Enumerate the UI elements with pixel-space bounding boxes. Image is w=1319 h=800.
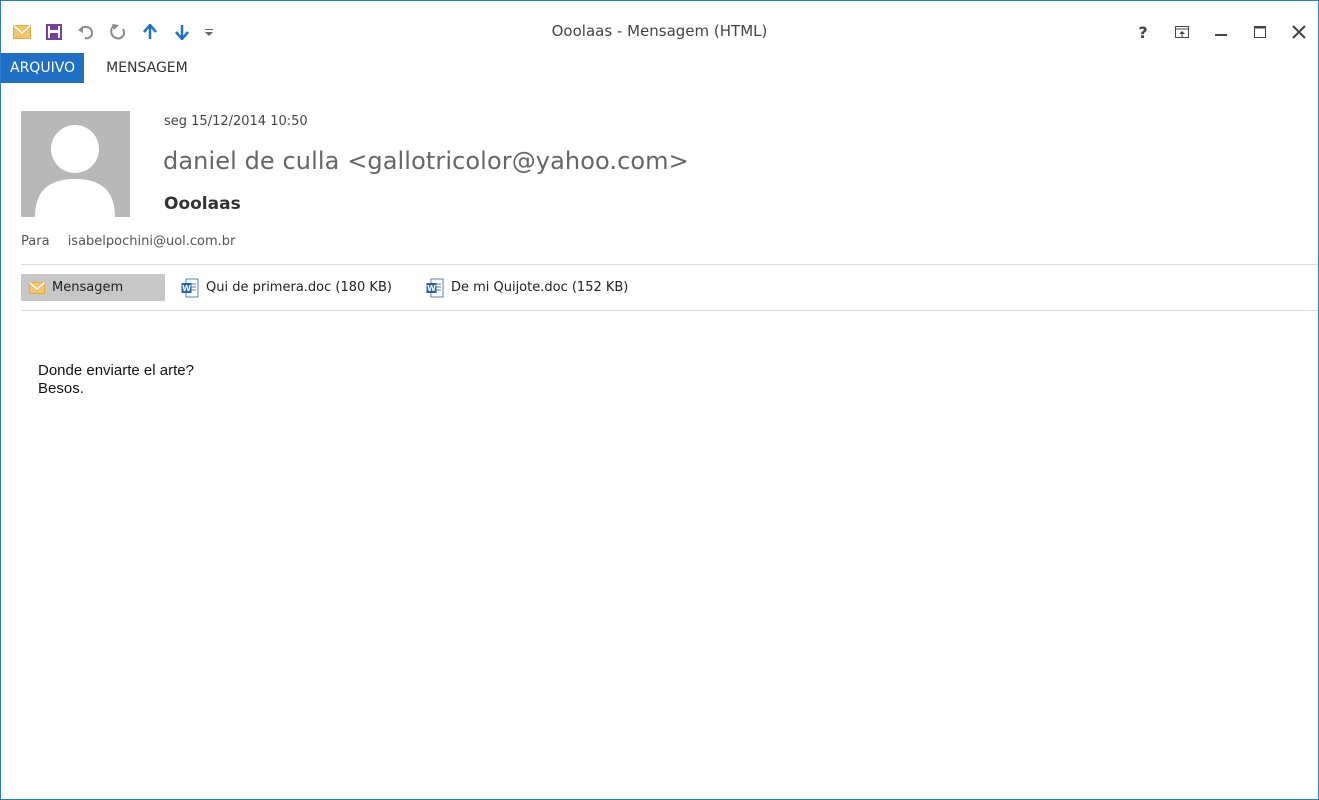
header-divider [21,264,1318,265]
ribbon-display-icon[interactable] [1167,18,1197,46]
maximize-icon[interactable] [1245,18,1275,46]
arrow-down-icon[interactable] [170,19,194,45]
message-date: seg 15/12/2014 10:50 [164,114,308,129]
body-line: Besos. [38,380,84,397]
minimize-icon[interactable] [1206,18,1236,46]
message-body: Donde enviarte el arte? Besos. [38,362,194,398]
attachment-bar: Mensagem W Qui de primera.doc (180 KB) W… [21,274,660,301]
help-icon[interactable]: ? [1128,18,1158,46]
attachment-message[interactable]: Mensagem [21,274,165,301]
avatar [21,111,130,217]
svg-text:W: W [182,284,191,293]
attachment-label: Qui de primera.doc (180 KB) [206,280,392,295]
tab-mensagem[interactable]: MENSAGEM [97,53,197,83]
arrow-up-icon[interactable] [138,19,162,45]
to-address[interactable]: isabelpochini@uol.com.br [68,234,236,249]
word-doc-icon: W [181,278,199,298]
sender[interactable]: daniel de culla <gallotricolor@yahoo.com… [163,147,689,175]
envelope-icon [10,19,34,45]
attachment-label: De mi Quijote.doc (152 KB) [450,280,629,295]
customize-icon[interactable] [202,19,216,45]
recipient-line: Para isabelpochini@uol.com.br [21,234,235,249]
attachment-file[interactable]: W Qui de primera.doc (180 KB) [179,274,398,301]
window-controls: ? [1119,17,1314,47]
undo-icon[interactable] [74,19,98,45]
subject: Ooolaas [164,194,241,214]
save-icon[interactable] [42,19,66,45]
body-line: Donde enviarte el arte? [38,362,194,379]
envelope-icon [29,281,45,294]
to-label: Para [21,234,50,249]
outlook-message-window: Ooolaas - Mensagem (HTML) ? ARQUIVO MENS… [0,0,1319,800]
quick-access-toolbar [10,19,220,45]
svg-text:W: W [427,284,436,293]
attachment-file[interactable]: W De mi Quijote.doc (152 KB) [424,274,634,301]
close-icon[interactable] [1284,18,1314,46]
tab-arquivo[interactable]: ARQUIVO [1,53,85,83]
title-bar: Ooolaas - Mensagem (HTML) ? [1,1,1318,59]
word-doc-icon: W [426,278,444,298]
ribbon-tabs: ARQUIVO MENSAGEM [1,53,197,83]
attachment-divider [21,310,1318,311]
attachment-label: Mensagem [52,280,124,295]
redo-icon[interactable] [106,19,130,45]
